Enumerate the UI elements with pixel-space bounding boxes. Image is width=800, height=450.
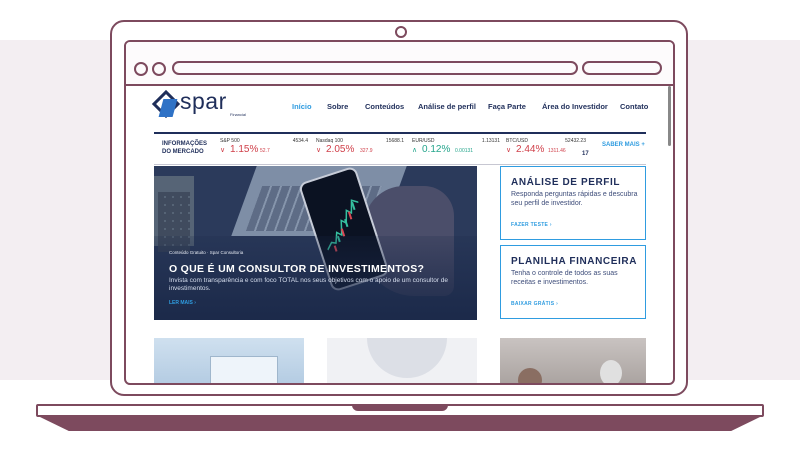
window-dot-icon[interactable] bbox=[152, 62, 166, 76]
browser-window: spar Financial Início Sobre Conteúdos An… bbox=[124, 40, 675, 385]
ticker-change: 52.7 bbox=[260, 148, 270, 154]
ler-mais-link[interactable]: LER MAIS › bbox=[169, 300, 196, 306]
laptop-notch bbox=[352, 404, 448, 411]
ticker-price: 1.13131 bbox=[481, 138, 500, 144]
saber-mais-link[interactable]: SABER MAIS + bbox=[602, 142, 645, 148]
nav-analise-de-perfil[interactable]: Análise de perfil bbox=[418, 102, 476, 111]
baixar-gratis-link[interactable]: BAIXAR GRÁTIS › bbox=[511, 301, 558, 307]
nav-conteudos[interactable]: Conteúdos bbox=[365, 102, 404, 111]
scrollbar[interactable] bbox=[668, 86, 671, 146]
laptop-bottom bbox=[40, 417, 760, 431]
card-analise-de-perfil[interactable]: ANÁLISE DE PERFIL Responda perguntas ráp… bbox=[500, 166, 646, 240]
person-image bbox=[600, 360, 622, 383]
hero-tags: Conteúdo Gratuito · Spar Consultoria bbox=[169, 250, 244, 255]
article-thumbnail[interactable] bbox=[327, 338, 477, 383]
chevron-down-icon: ∨ bbox=[220, 147, 226, 154]
nav-contato[interactable]: Contato bbox=[620, 102, 648, 111]
article-thumbnail[interactable] bbox=[500, 338, 646, 383]
ticker-change: 327.9 bbox=[360, 148, 373, 154]
nav-sobre[interactable]: Sobre bbox=[327, 102, 348, 111]
ticker-price: 4534.4 bbox=[292, 138, 308, 144]
tradingview-icon: 17 bbox=[582, 151, 589, 157]
ticker-change: 1311.46 bbox=[548, 148, 566, 154]
ticker-item-eurusd[interactable]: EUR/USD 1.13131 ∧ 0.12% 0.00131 bbox=[412, 138, 500, 162]
person-image bbox=[518, 368, 542, 383]
plus-icon: + bbox=[641, 142, 645, 148]
handshake-image bbox=[367, 338, 447, 378]
saber-mais-label: SABER MAIS bbox=[602, 142, 640, 148]
chevron-right-icon: › bbox=[556, 301, 559, 307]
ticker-percent: 2.44% bbox=[516, 144, 545, 155]
search-bar[interactable] bbox=[582, 61, 662, 75]
market-ticker: INFORMAÇÕES DO MERCADO S&P 500 4534.4 ∨ … bbox=[154, 132, 646, 165]
ticker-percent: 0.12% bbox=[422, 144, 451, 155]
laptop-camera bbox=[395, 26, 407, 38]
nav-faca-parte[interactable]: Faça Parte bbox=[488, 102, 526, 111]
logo-subtitle: Financial bbox=[230, 112, 247, 117]
address-bar[interactable] bbox=[172, 61, 578, 75]
chevron-down-icon: ∨ bbox=[506, 147, 512, 154]
fazer-teste-link[interactable]: FAZER TESTE › bbox=[511, 222, 552, 228]
chevron-right-icon: › bbox=[549, 222, 552, 228]
card-planilha-financeira[interactable]: PLANILHA FINANCEIRA Tenha o controle de … bbox=[500, 245, 646, 319]
ticker-title-line2: DO MERCADO bbox=[162, 149, 204, 155]
card-link-label: BAIXAR GRÁTIS bbox=[511, 301, 555, 307]
ticker-price: 52432.23 bbox=[565, 138, 586, 144]
ticker-change: 0.00131 bbox=[455, 148, 474, 154]
ticker-item-sp500[interactable]: S&P 500 4534.4 ∨ 1.15% 52.7 bbox=[220, 138, 308, 162]
ticker-title-line1: INFORMAÇÕES bbox=[162, 141, 207, 147]
card-title: PLANILHA FINANCEIRA bbox=[511, 256, 638, 267]
article-thumbnail[interactable] bbox=[154, 338, 304, 383]
ticker-item-btcusd[interactable]: BTC/USD 52432.23 ∨ 2.44% 1311.46 bbox=[506, 138, 586, 162]
ticker-percent: 2.05% bbox=[326, 144, 355, 155]
nav-inicio[interactable]: Início bbox=[292, 102, 312, 111]
browser-toolbar bbox=[126, 42, 673, 86]
chevron-right-icon: › bbox=[194, 300, 196, 306]
card-link-label: FAZER TESTE bbox=[511, 222, 549, 228]
hero-title[interactable]: O QUE É UM CONSULTOR DE INVESTIMENTOS? bbox=[169, 263, 424, 275]
window-dot-icon[interactable] bbox=[134, 62, 148, 76]
card-title: ANÁLISE DE PERFIL bbox=[511, 177, 621, 188]
chevron-up-icon: ∧ bbox=[412, 147, 418, 154]
card-body: Tenha o controle de todos as suas receit… bbox=[511, 270, 618, 286]
ticker-percent: 1.15% bbox=[230, 144, 259, 155]
hero-banner[interactable]: Conteúdo Gratuito · Spar Consultoria O Q… bbox=[154, 166, 477, 320]
hero-description: Invista com transparência e com foco TOT… bbox=[169, 277, 449, 292]
chevron-down-icon: ∨ bbox=[316, 147, 322, 154]
ticker-title: INFORMAÇÕES DO MERCADO bbox=[162, 140, 207, 156]
ticker-price: 15688.1 bbox=[385, 138, 404, 144]
nav-area-do-investidor[interactable]: Área do Investidor bbox=[542, 102, 608, 111]
tablet-image bbox=[210, 356, 278, 383]
ticker-item-nasdaq[interactable]: Nasdaq 100 15688.1 ∨ 2.05% 327.9 bbox=[316, 138, 404, 162]
ler-mais-label: LER MAIS bbox=[169, 300, 193, 306]
logo-text: spar bbox=[180, 88, 227, 114]
card-body: Responda perguntas rápidas e descubra se… bbox=[511, 191, 638, 207]
